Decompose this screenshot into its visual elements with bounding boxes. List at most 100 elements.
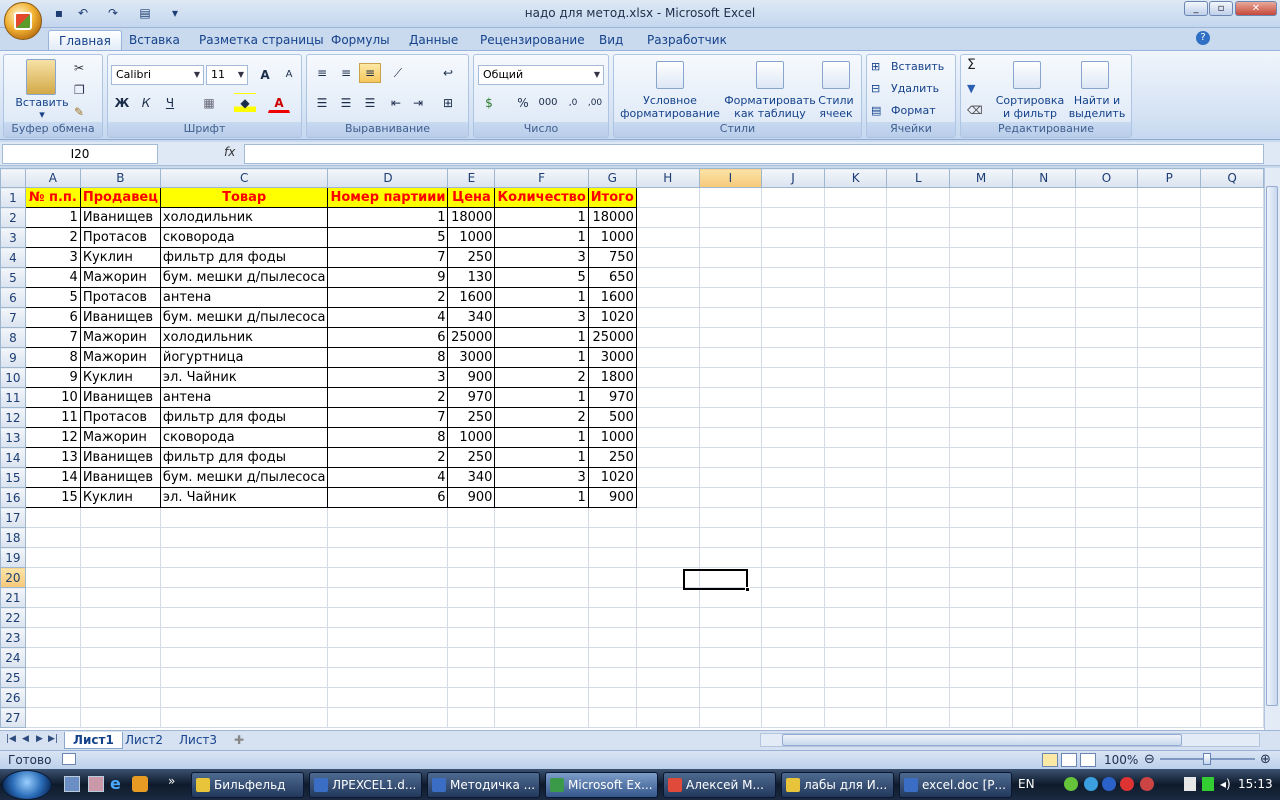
column-header-q[interactable]: Q xyxy=(1200,168,1264,188)
cell[interactable] xyxy=(698,687,763,708)
cell[interactable]: сковорода xyxy=(159,227,329,248)
cell[interactable]: Протасов xyxy=(79,227,161,248)
cell[interactable] xyxy=(1011,187,1076,208)
cell[interactable] xyxy=(949,687,1013,708)
cell[interactable] xyxy=(949,187,1013,208)
cell[interactable] xyxy=(698,487,763,508)
cell[interactable] xyxy=(1200,347,1264,368)
cell[interactable]: 3 xyxy=(494,467,589,488)
cell[interactable] xyxy=(327,587,449,608)
cell[interactable]: 250 xyxy=(447,447,496,468)
cell[interactable]: 2 xyxy=(327,287,449,308)
cell[interactable] xyxy=(159,707,329,728)
cell[interactable] xyxy=(327,647,449,668)
cell[interactable]: Иванищев xyxy=(79,447,161,468)
cell[interactable] xyxy=(24,527,81,548)
cell[interactable]: 13 xyxy=(24,447,81,468)
cell[interactable] xyxy=(698,707,763,728)
cell[interactable] xyxy=(823,307,888,328)
cell[interactable] xyxy=(447,647,496,668)
cell[interactable] xyxy=(1137,427,1202,448)
column-header-g[interactable]: G xyxy=(587,168,637,188)
cell[interactable] xyxy=(823,587,888,608)
cell[interactable] xyxy=(1011,467,1076,488)
header-cell[interactable]: Товар xyxy=(159,187,329,208)
cell[interactable] xyxy=(24,547,81,568)
switch-windows-icon[interactable] xyxy=(88,776,104,792)
cell[interactable] xyxy=(24,587,81,608)
first-sheet-icon[interactable]: |◀ xyxy=(6,734,16,744)
row-header[interactable]: 19 xyxy=(0,547,26,568)
cell[interactable]: 7 xyxy=(327,407,449,428)
cell[interactable] xyxy=(635,687,700,708)
cell[interactable] xyxy=(1074,647,1139,668)
taskbar-item[interactable]: Microsoft Ex... xyxy=(545,772,658,798)
cell[interactable] xyxy=(761,667,825,688)
cell[interactable] xyxy=(494,667,589,688)
vertical-scroll-thumb[interactable] xyxy=(1266,186,1278,706)
cell[interactable] xyxy=(823,287,888,308)
cell[interactable] xyxy=(698,367,763,388)
cell[interactable] xyxy=(1011,227,1076,248)
row-header[interactable]: 13 xyxy=(0,427,26,448)
cell[interactable] xyxy=(823,667,888,688)
cell[interactable] xyxy=(1074,207,1139,228)
cell[interactable] xyxy=(949,387,1013,408)
cell[interactable] xyxy=(635,607,700,628)
cell[interactable]: 11 xyxy=(24,407,81,428)
cell[interactable] xyxy=(1200,227,1264,248)
cell[interactable] xyxy=(698,347,763,368)
cell[interactable] xyxy=(886,227,951,248)
cell[interactable]: 1020 xyxy=(587,307,637,328)
customize-qat-icon[interactable]: ▾ xyxy=(166,5,184,21)
font-name-combo[interactable]: Calibri ▼ xyxy=(111,65,204,85)
select-all-corner[interactable] xyxy=(0,168,26,188)
cell[interactable] xyxy=(823,207,888,228)
cell[interactable] xyxy=(949,467,1013,488)
cell[interactable] xyxy=(1200,187,1264,208)
cell[interactable]: фильтр для фоды xyxy=(159,407,329,428)
cell[interactable] xyxy=(159,667,329,688)
cell[interactable] xyxy=(1074,407,1139,428)
column-header-f[interactable]: F xyxy=(494,168,589,188)
taskbar-item[interactable]: excel.doc [Р... xyxy=(899,772,1012,798)
cell[interactable]: 2 xyxy=(494,367,589,388)
cell[interactable] xyxy=(327,527,449,548)
row-header[interactable]: 22 xyxy=(0,607,26,628)
cell[interactable] xyxy=(1200,547,1264,568)
cell[interactable]: 250 xyxy=(587,447,637,468)
cell[interactable] xyxy=(823,467,888,488)
cell[interactable] xyxy=(886,667,951,688)
cell[interactable] xyxy=(1200,487,1264,508)
cell[interactable] xyxy=(1011,267,1076,288)
cell[interactable] xyxy=(1074,327,1139,348)
cell[interactable] xyxy=(1200,327,1264,348)
cell[interactable]: 1000 xyxy=(447,427,496,448)
cell[interactable] xyxy=(327,607,449,628)
cell[interactable]: 970 xyxy=(587,387,637,408)
cell[interactable] xyxy=(635,627,700,648)
cell[interactable]: эл. Чайник xyxy=(159,487,329,508)
row-header[interactable]: 26 xyxy=(0,687,26,708)
cell[interactable] xyxy=(1200,647,1264,668)
cell[interactable] xyxy=(1011,587,1076,608)
tab-home[interactable]: Главная xyxy=(48,30,122,50)
cell[interactable] xyxy=(698,387,763,408)
cell[interactable]: 900 xyxy=(447,487,496,508)
cell[interactable] xyxy=(761,527,825,548)
cell[interactable] xyxy=(949,307,1013,328)
format-cells-button[interactable]: Формат xyxy=(891,105,936,117)
cell[interactable]: 2 xyxy=(327,387,449,408)
row-header[interactable]: 20 xyxy=(0,567,26,588)
cell[interactable] xyxy=(327,567,449,588)
cell[interactable] xyxy=(1137,707,1202,728)
cell[interactable] xyxy=(1137,387,1202,408)
cell[interactable] xyxy=(1074,507,1139,528)
cell[interactable] xyxy=(1074,687,1139,708)
row-header[interactable]: 6 xyxy=(0,287,26,308)
tab-insert[interactable]: Вставка xyxy=(119,30,190,50)
cell[interactable]: 130 xyxy=(447,267,496,288)
tab-data[interactable]: Данные xyxy=(399,30,468,50)
cell[interactable] xyxy=(698,587,763,608)
cell[interactable] xyxy=(823,527,888,548)
